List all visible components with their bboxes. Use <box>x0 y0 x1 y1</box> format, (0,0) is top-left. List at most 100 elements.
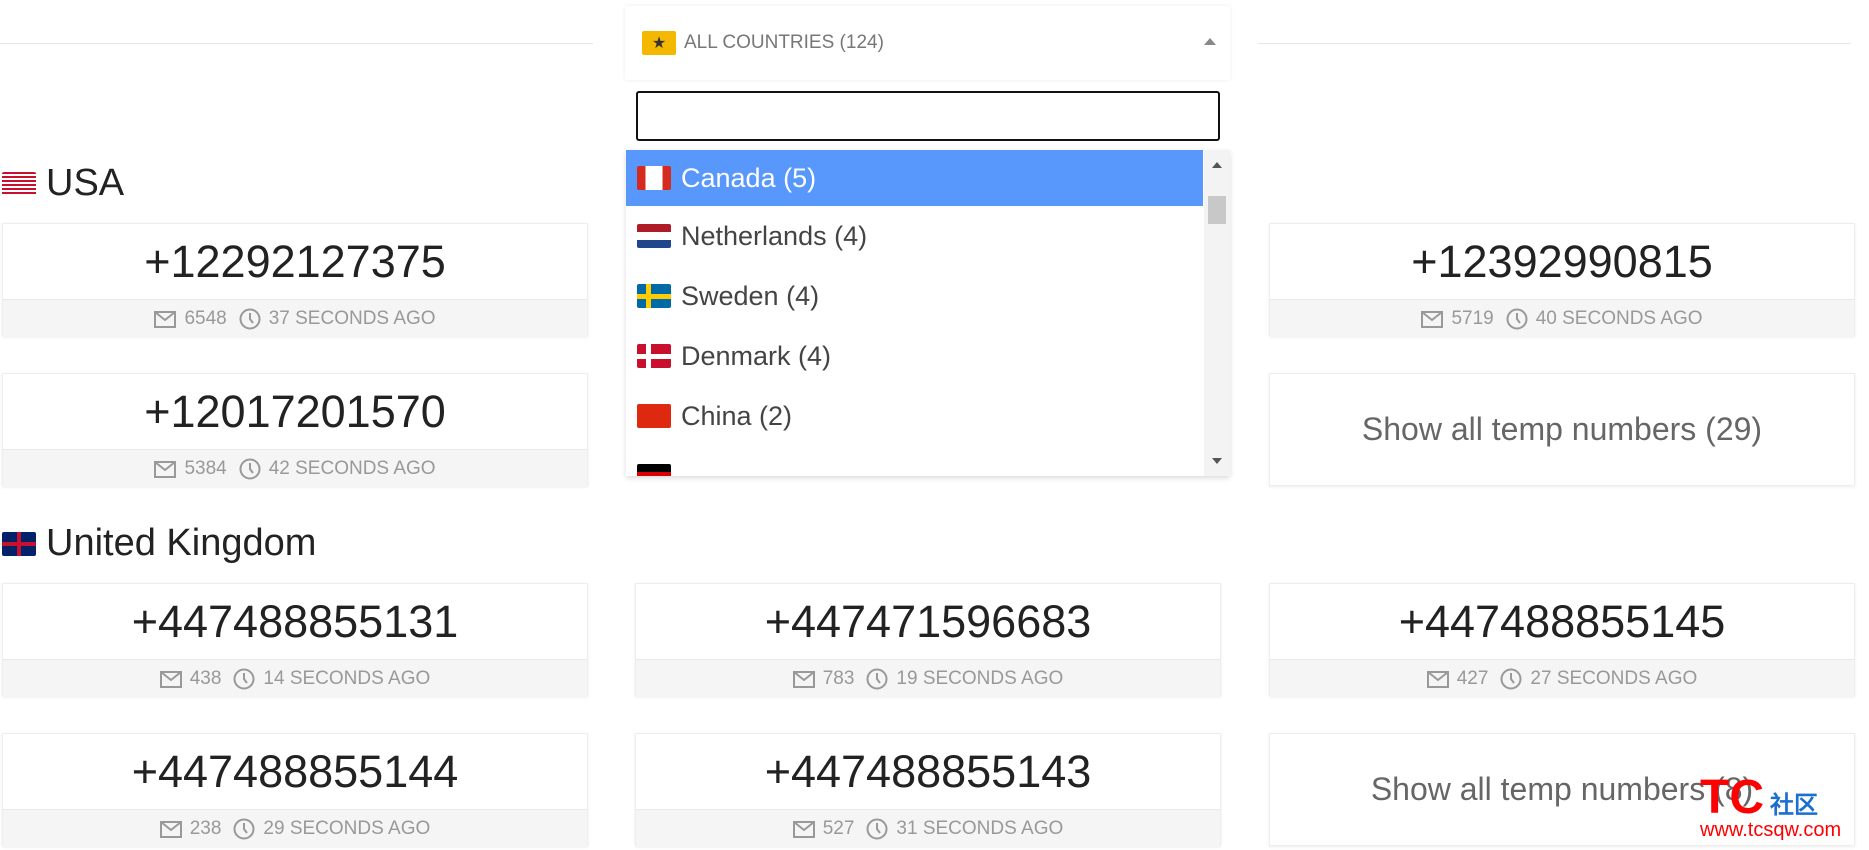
last-received: 40 SECONDS AGO <box>1506 308 1703 330</box>
number-card[interactable]: +12017201570 5384 42 SECONDS AGO <box>2 373 588 488</box>
country-option-label: Netherlands (4) <box>681 220 868 251</box>
country-option-label: Canada (5) <box>681 162 817 193</box>
country-options-list: Canada (5) Netherlands (4) Sweden (4) Denma… <box>626 150 1230 476</box>
sweden-flag-icon <box>637 284 671 308</box>
watermark-logo: TC 社区 www.tcsqw.com <box>1700 770 1841 842</box>
section-heading: United Kingdom <box>2 522 316 565</box>
number-card[interactable]: +447488855131 438 14 SECONDS AGO <box>2 583 588 698</box>
clock-icon <box>239 458 261 480</box>
last-received-value: 37 SECONDS AGO <box>268 308 436 329</box>
last-received: 27 SECONDS AGO <box>1500 668 1697 690</box>
last-received: 37 SECONDS AGO <box>239 308 436 330</box>
phone-number[interactable]: +12017201570 <box>3 374 587 449</box>
card-meta: 6548 37 SECONDS AGO <box>3 299 587 338</box>
country-option-label: Denmark (4) <box>681 340 832 371</box>
message-count-value: 527 <box>822 818 855 839</box>
country-option[interactable]: Sweden (4) <box>626 266 1203 326</box>
phone-number[interactable]: +447471596683 <box>636 584 1220 659</box>
usa-flag-icon <box>2 171 36 196</box>
number-card[interactable]: +447488855143 527 31 SECONDS AGO <box>635 733 1221 848</box>
divider-left <box>0 43 593 44</box>
country-search-field[interactable] <box>636 91 1220 141</box>
message-count: 238 <box>159 818 222 840</box>
denmark-flag-icon <box>637 344 671 368</box>
last-received-value: 42 SECONDS AGO <box>268 458 436 479</box>
last-received: 29 SECONDS AGO <box>233 818 430 840</box>
last-received: 14 SECONDS AGO <box>233 668 430 690</box>
china-flag-icon <box>637 404 671 428</box>
number-card[interactable]: +447488855145 427 27 SECONDS AGO <box>1269 583 1855 698</box>
clock-icon <box>239 308 261 330</box>
germany-flag-icon <box>637 464 671 476</box>
message-count-value: 5719 <box>1451 308 1494 329</box>
star-icon: ★ <box>642 31 676 55</box>
clock-icon <box>1506 308 1528 330</box>
number-card[interactable]: +12392990815 5719 40 SECONDS AGO <box>1269 223 1855 338</box>
message-count-value: 238 <box>189 818 222 839</box>
phone-number[interactable]: +447488855144 <box>3 734 587 809</box>
country-option[interactable]: China (2) <box>626 386 1203 446</box>
country-option[interactable] <box>626 446 1203 476</box>
message-count: 783 <box>792 668 855 690</box>
card-meta: 783 19 SECONDS AGO <box>636 659 1220 698</box>
phone-number[interactable]: +12292127375 <box>3 224 587 299</box>
divider-right <box>1258 43 1851 44</box>
country-option[interactable]: Denmark (4) <box>626 326 1203 386</box>
last-received: 42 SECONDS AGO <box>239 458 436 480</box>
watermark-brand: TC <box>1700 771 1764 824</box>
card-meta: 5719 40 SECONDS AGO <box>1270 299 1854 338</box>
mail-icon <box>1426 670 1449 688</box>
last-received: 19 SECONDS AGO <box>866 668 1063 690</box>
number-card[interactable]: +447471596683 783 19 SECONDS AGO <box>635 583 1221 698</box>
phone-number[interactable]: +12392990815 <box>1270 224 1854 299</box>
watermark-url: www.tcsqw.com <box>1700 819 1842 841</box>
last-received-value: 14 SECONDS AGO <box>263 668 431 689</box>
mail-icon <box>792 820 815 838</box>
country-option[interactable]: Netherlands (4) <box>626 206 1203 266</box>
country-select[interactable]: ★ ALL COUNTRIES (124) <box>625 6 1230 80</box>
section-heading: USA <box>2 162 124 205</box>
number-card[interactable]: +447488855144 238 29 SECONDS AGO <box>2 733 588 848</box>
show-all-numbers-button[interactable]: Show all temp numbers (29) <box>1269 373 1855 486</box>
scrollbar[interactable] <box>1204 150 1230 476</box>
message-count: 6548 <box>154 308 227 330</box>
country-select-label: ALL COUNTRIES (124) <box>684 32 884 53</box>
card-meta: 238 29 SECONDS AGO <box>3 809 587 848</box>
phone-number[interactable]: +447488855131 <box>3 584 587 659</box>
mail-icon <box>154 460 177 478</box>
last-received-value: 27 SECONDS AGO <box>1530 668 1698 689</box>
phone-number[interactable]: +447488855145 <box>1270 584 1854 659</box>
message-count: 5719 <box>1421 308 1494 330</box>
country-option-label: Sweden (4) <box>681 280 820 311</box>
mail-icon <box>1421 310 1444 328</box>
scrollbar-thumb[interactable] <box>1208 196 1226 224</box>
scroll-up-icon[interactable] <box>1212 162 1222 168</box>
phone-number[interactable]: +447488855143 <box>636 734 1220 809</box>
netherlands-flag-icon <box>637 224 671 248</box>
number-card[interactable]: +12292127375 6548 37 SECONDS AGO <box>2 223 588 338</box>
message-count-value: 783 <box>822 668 855 689</box>
clock-icon <box>233 818 255 840</box>
scroll-down-icon[interactable] <box>1212 458 1222 464</box>
last-received: 31 SECONDS AGO <box>866 818 1063 840</box>
last-received-value: 40 SECONDS AGO <box>1535 308 1703 329</box>
card-meta: 527 31 SECONDS AGO <box>636 809 1220 848</box>
card-meta: 438 14 SECONDS AGO <box>3 659 587 698</box>
uk-flag-icon <box>2 531 36 556</box>
message-count: 427 <box>1426 668 1488 690</box>
watermark-suffix: 社区 <box>1769 792 1818 819</box>
message-count-value: 6548 <box>184 308 227 329</box>
card-meta: 5384 42 SECONDS AGO <box>3 449 587 488</box>
mail-icon <box>159 820 182 838</box>
message-count: 438 <box>159 668 222 690</box>
clock-icon <box>866 818 888 840</box>
caret-up-icon <box>1204 38 1216 45</box>
message-count: 5384 <box>154 458 227 480</box>
last-received-value: 31 SECONDS AGO <box>896 818 1064 839</box>
mail-icon <box>154 310 177 328</box>
country-search-input[interactable] <box>638 93 1218 139</box>
message-count: 527 <box>792 818 855 840</box>
message-count-value: 438 <box>189 668 222 689</box>
country-option[interactable]: Canada (5) <box>626 150 1203 206</box>
mail-icon <box>159 670 182 688</box>
